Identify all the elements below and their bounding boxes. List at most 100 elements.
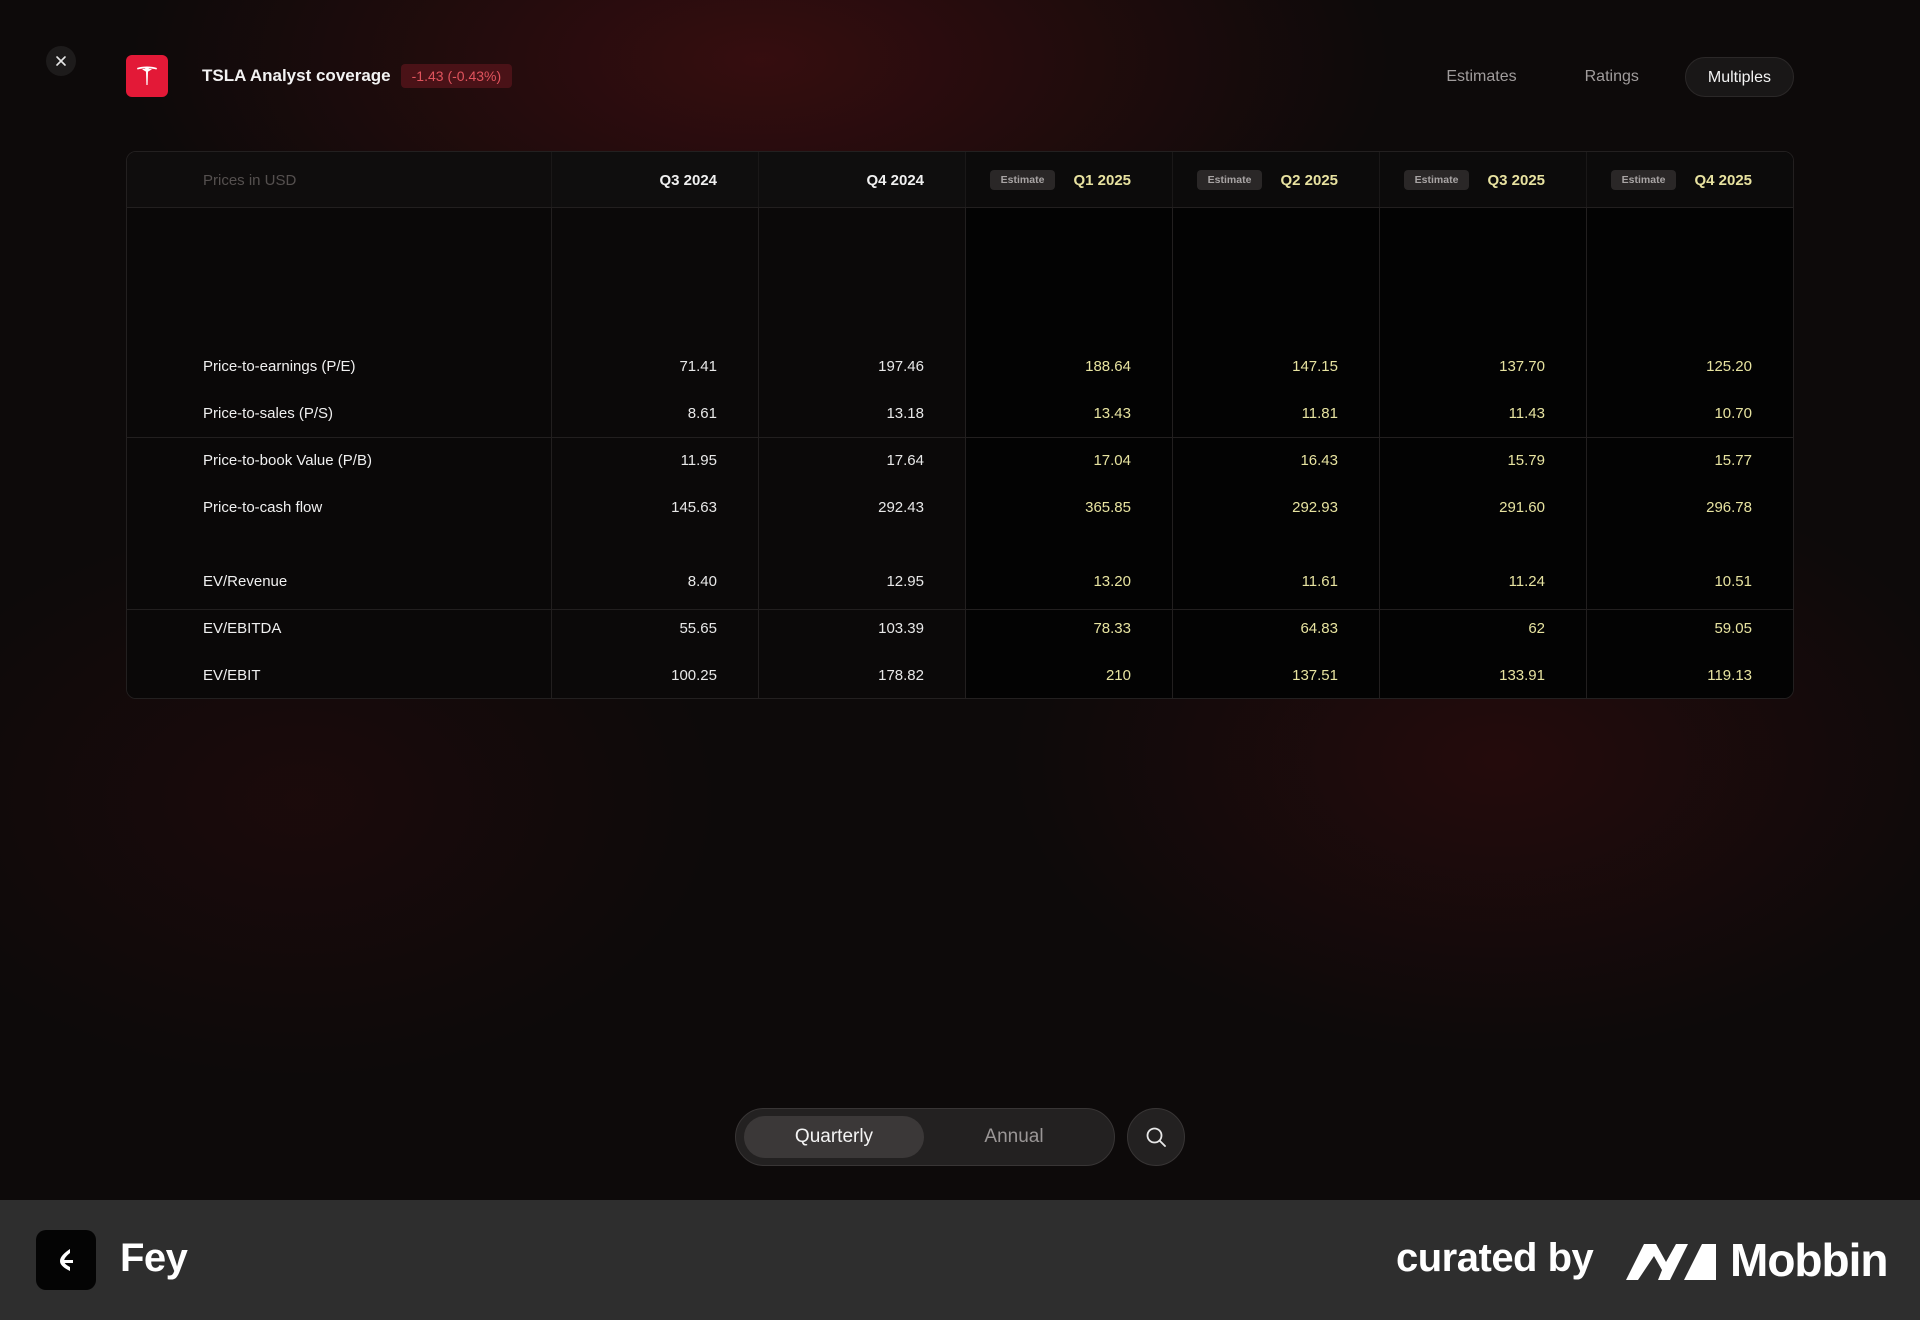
page-header: TSLA Analyst coverage -1.43 (-0.43%) <box>126 55 513 97</box>
table-cell: 365.85 <box>1085 499 1131 516</box>
table-cell: 11.43 <box>1508 405 1545 422</box>
estimate-badge: Estimate <box>1403 170 1470 190</box>
table-row: Price-to-earnings (P/E) 71.41 197.46 188.64… <box>127 343 1793 390</box>
table-cell: 100.25 <box>671 667 717 684</box>
app-name: Fey <box>120 1236 188 1280</box>
table-cell: 78.33 <box>1093 620 1131 637</box>
table-cell: 13.20 <box>1093 573 1131 590</box>
table-cell: 11.95 <box>680 452 717 469</box>
bottom-controls: Quarterly Annual <box>735 1108 1185 1166</box>
table-header-row: Prices in USD Q3 2024 Q4 2024 Estimate Q… <box>127 152 1793 208</box>
header-q1-2025: Estimate Q1 2025 <box>966 152 1131 208</box>
table-cell: 12.95 <box>886 573 924 590</box>
column-header-label: Q3 2025 <box>1487 171 1545 189</box>
table-cell: 145.63 <box>671 499 717 516</box>
table-cell: 71.41 <box>679 358 717 375</box>
table-row: EV/Revenue 8.40 12.95 13.20 11.61 11.24 10.51 <box>127 558 1793 605</box>
curated-by-label: curated by <box>1396 1236 1594 1280</box>
table-cell: 133.91 <box>1499 667 1545 684</box>
table-cell: 119.13 <box>1707 667 1752 684</box>
table-cell: 10.70 <box>1714 405 1752 422</box>
table-cell: 147.15 <box>1292 358 1338 375</box>
fey-logo-icon <box>60 1249 73 1271</box>
period-toggle: Quarterly Annual <box>735 1108 1115 1166</box>
table-cell: 13.43 <box>1093 405 1131 422</box>
table-cell: 8.61 <box>687 405 717 422</box>
table-cell: 188.64 <box>1085 358 1131 375</box>
fey-logo <box>36 1230 96 1290</box>
table-cell: 125.20 <box>1706 358 1752 375</box>
app-window: TSLA Analyst coverage -1.43 (-0.43%) Est… <box>0 0 1920 1200</box>
row-label: Price-to-cash flow <box>203 499 323 516</box>
tab-ratings[interactable]: Ratings <box>1563 57 1661 97</box>
footer-bar: Fey curated by Mobbin <box>0 1200 1920 1320</box>
table-cell: 13.18 <box>886 405 924 422</box>
table-row: EV/EBIT 100.25 178.82 210 137.51 133.91 119.13 <box>127 652 1793 698</box>
row-label: EV/EBIT <box>203 667 261 684</box>
header-q3-2024: Q3 2024 <box>552 152 717 208</box>
table-cell: 11.61 <box>1301 573 1338 590</box>
tesla-logo <box>126 55 168 97</box>
header-q3-2025: Estimate Q3 2025 <box>1380 152 1545 208</box>
header-q4-2024: Q4 2024 <box>759 152 924 208</box>
column-header-label: Q3 2024 <box>659 171 717 189</box>
header-q4-2025: Estimate Q4 2025 <box>1587 152 1752 208</box>
table-row: Price-to-sales (P/S) 8.61 13.18 13.43 11.81 1… <box>127 390 1793 437</box>
view-tabs: Estimates Ratings Multiples <box>1400 56 1794 98</box>
table-cell: 64.83 <box>1300 620 1338 637</box>
search-icon <box>1146 1127 1166 1147</box>
row-label: EV/EBITDA <box>203 620 282 637</box>
table-row: Price-to-book Value (P/B) 11.95 17.64 17.04… <box>127 437 1793 484</box>
row-label: Price-to-book Value (P/B) <box>203 452 372 469</box>
table-cell: 210 <box>1105 667 1131 684</box>
column-header-label: Q4 2025 <box>1694 171 1752 189</box>
estimate-badge: Estimate <box>1610 170 1677 190</box>
table-cell: 16.43 <box>1300 452 1338 469</box>
table-cell: 8.40 <box>687 573 717 590</box>
column-header-label: Q1 2025 <box>1073 171 1131 189</box>
row-label: Price-to-earnings (P/E) <box>203 358 356 375</box>
table-row: Price-to-cash flow 145.63 292.43 365.85 292.… <box>127 484 1793 531</box>
quarterly-button[interactable]: Quarterly <box>744 1116 924 1158</box>
column-header-label: Q4 2024 <box>866 171 924 189</box>
table-cell: 197.46 <box>878 358 924 375</box>
table-cell: 59.05 <box>1714 620 1752 637</box>
mobbin-logo-icon <box>1626 1244 1716 1280</box>
column-header-label: Q2 2025 <box>1280 171 1338 189</box>
table-cell: 292.93 <box>1292 499 1338 516</box>
estimate-badge: Estimate <box>1196 170 1263 190</box>
table-cell: 178.82 <box>878 667 924 684</box>
search-button[interactable] <box>1127 1108 1185 1166</box>
estimate-badge: Estimate <box>989 170 1056 190</box>
table-cell: 291.60 <box>1499 499 1545 516</box>
table-cell: 17.64 <box>886 452 924 469</box>
table-cell: 55.65 <box>679 620 717 637</box>
table-cell: 62 <box>1528 620 1545 637</box>
table-cell: 137.51 <box>1292 667 1338 684</box>
close-button[interactable] <box>46 46 76 76</box>
tab-multiples[interactable]: Multiples <box>1684 57 1794 97</box>
table-cell: 11.81 <box>1301 405 1338 422</box>
tab-estimates[interactable]: Estimates <box>1424 57 1538 97</box>
header-q2-2025: Estimate Q2 2025 <box>1173 152 1338 208</box>
close-icon <box>56 56 66 66</box>
table-cell: 11.24 <box>1508 573 1545 590</box>
table-cell: 15.79 <box>1507 452 1545 469</box>
row-label: Price-to-sales (P/S) <box>203 405 334 422</box>
prices-currency-label: Prices in USD <box>203 171 297 189</box>
price-change-badge: -1.43 (-0.43%) <box>400 64 513 88</box>
table-cell: 137.70 <box>1499 358 1545 375</box>
tesla-logo-icon <box>137 66 157 85</box>
row-label: EV/Revenue <box>203 573 288 590</box>
table-cell: 15.77 <box>1714 452 1752 469</box>
table-cell: 296.78 <box>1706 499 1752 516</box>
multiples-table: Prices in USD Q3 2024 Q4 2024 Estimate Q… <box>126 151 1794 699</box>
table-cell: 10.51 <box>1714 573 1752 590</box>
annual-button[interactable]: Annual <box>924 1116 1104 1158</box>
table-row: EV/EBITDA 55.65 103.39 78.33 64.83 62 59.05 <box>127 605 1793 652</box>
mobbin-brand: Mobbin <box>1730 1234 1888 1286</box>
table-cell: 292.43 <box>878 499 924 516</box>
table-cell: 103.39 <box>878 620 924 637</box>
table-cell: 17.04 <box>1093 452 1131 469</box>
page-title: TSLA Analyst coverage <box>202 66 391 85</box>
